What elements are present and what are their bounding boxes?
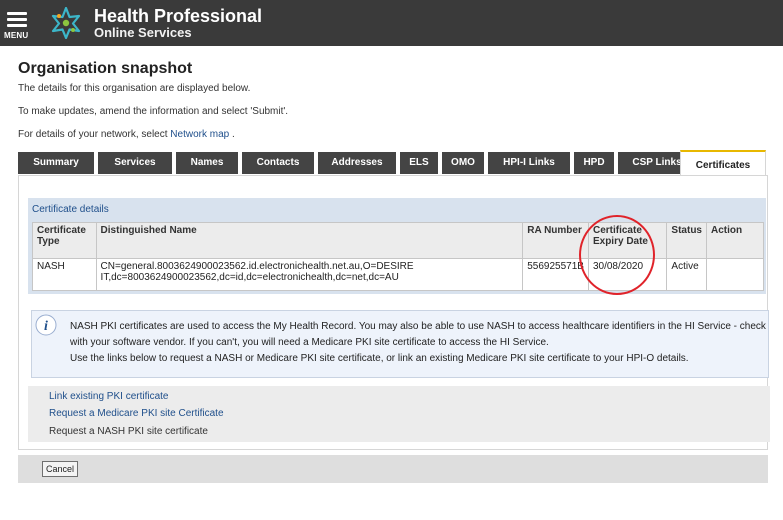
certificates-table: Certificate Type Distinguished Name RA Nu…	[32, 222, 765, 291]
col-type-line1: Certificate	[37, 225, 86, 236]
action-bar	[18, 455, 768, 483]
link-existing-pki-link[interactable]: Link existing PKI certificate	[49, 391, 169, 402]
tab-els[interactable]: ELS	[400, 152, 438, 174]
tab-addresses[interactable]: Addresses	[318, 152, 396, 174]
intro-network-text: For details of your network, select Netw…	[18, 129, 235, 140]
request-medicare-pki-link[interactable]: Request a Medicare PKI site Certificate	[49, 408, 224, 419]
cell-type: NASH	[32, 258, 97, 291]
tab-bar: Summary Services Names Contacts Addresse…	[18, 150, 768, 176]
col-distinguished-name: Distinguished Name	[95, 222, 524, 259]
cell-distinguished-name: CN=general.8003624900023562.id.electroni…	[95, 258, 524, 291]
intro-network-suffix: .	[229, 129, 235, 140]
brand-line-2: Online Services	[94, 25, 192, 40]
dn-line-2: IT,dc=8003624900023562,dc=id,dc=electron…	[100, 272, 399, 283]
svg-text:i: i	[44, 319, 48, 334]
col-action: Action	[705, 222, 765, 259]
star-logo-icon	[51, 7, 81, 39]
menu-label: MENU	[4, 31, 29, 40]
col-type-line2: Type	[37, 236, 60, 247]
tab-contacts[interactable]: Contacts	[242, 152, 314, 174]
tab-services[interactable]: Services	[98, 152, 172, 174]
col-expiry-date: Certificate Expiry Date	[587, 222, 668, 259]
info-line-2: with your software vendor. If you can't,…	[70, 337, 549, 348]
col-ra-number: RA Number	[522, 222, 589, 259]
hamburger-icon-bar	[7, 24, 27, 27]
col-certificate-type: Certificate Type	[32, 222, 97, 259]
request-nash-pki-link[interactable]: Request a NASH PKI site certificate	[49, 426, 208, 437]
cell-expiry-date: 30/08/2020	[587, 258, 668, 291]
intro-update-text: To make updates, amend the information a…	[18, 106, 289, 117]
cell-status: Active	[666, 258, 707, 291]
col-expiry-line1: Certificate	[592, 225, 642, 236]
action-cell-blank	[710, 261, 759, 285]
intro-network-prefix: For details of your network, select	[18, 129, 171, 140]
info-line-3: Use the links below to request a NASH or…	[70, 353, 689, 364]
tab-omo[interactable]: OMO	[442, 152, 484, 174]
page-title: Organisation snapshot	[18, 60, 193, 77]
network-map-link[interactable]: Network map	[170, 129, 229, 140]
tab-hpd[interactable]: HPD	[574, 152, 614, 174]
tab-summary[interactable]: Summary	[18, 152, 94, 174]
info-line-1: NASH PKI certificates are used to access…	[70, 321, 766, 332]
brand-title: Health Professional Online Services	[94, 7, 262, 40]
brand-line-1: Health Professional	[94, 6, 263, 26]
top-bar: MENU Health Professional Online Services	[0, 0, 783, 46]
cell-ra-number: 556925571B	[522, 258, 589, 291]
tab-hpi-i-links[interactable]: HPI-I Links	[488, 152, 570, 174]
col-status: Status	[666, 222, 707, 259]
hamburger-icon-bar	[7, 18, 27, 21]
cancel-button[interactable]: Cancel	[42, 461, 78, 477]
info-icon: i	[35, 314, 57, 336]
hamburger-icon	[7, 12, 27, 15]
certificate-details-title: Certificate details	[32, 204, 109, 215]
cell-action	[705, 258, 765, 291]
tab-names[interactable]: Names	[176, 152, 238, 174]
tab-certificates[interactable]: Certificates	[680, 150, 766, 176]
table-header-row: Certificate Type Distinguished Name RA Nu…	[32, 222, 765, 259]
menu-button[interactable]: MENU	[4, 6, 34, 42]
table-row: NASH CN=general.8003624900023562.id.elec…	[32, 258, 765, 291]
intro-text: The details for this organisation are di…	[18, 83, 251, 94]
dn-line-1: CN=general.8003624900023562.id.electroni…	[100, 261, 414, 272]
col-expiry-line2: Expiry Date	[592, 236, 648, 247]
